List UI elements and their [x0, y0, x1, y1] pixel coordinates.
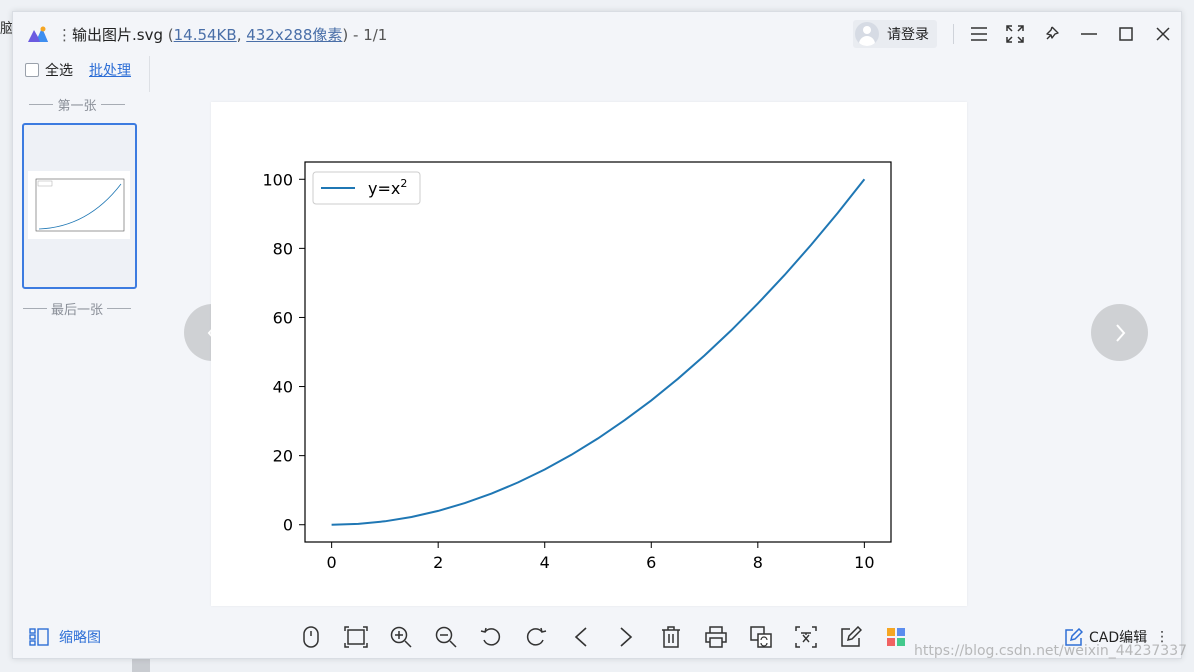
- plot-frame: [304, 161, 892, 543]
- chevron-right-icon: [1115, 323, 1125, 342]
- maximize-button[interactable]: [1114, 22, 1138, 46]
- minimize-icon: [1081, 33, 1097, 35]
- select-all-label[interactable]: 全选: [45, 60, 73, 80]
- page-count: ) - 1/1: [342, 26, 388, 44]
- thumbnails-icon: [29, 628, 49, 646]
- thumbnails-label: 缩略图: [59, 630, 101, 646]
- login-label: 请登录: [887, 27, 929, 43]
- y-tick-label: 0: [283, 516, 293, 535]
- menu-icon: [971, 27, 987, 41]
- print-button[interactable]: [702, 623, 730, 651]
- image-dimensions-link[interactable]: 432x288像素: [246, 26, 342, 44]
- next-page-button[interactable]: [612, 623, 640, 651]
- login-button[interactable]: 请登录: [853, 20, 937, 48]
- zoom-out-button[interactable]: [432, 623, 460, 651]
- background-window-text: 脑: [0, 21, 14, 37]
- avatar-icon: [855, 22, 879, 46]
- x-tick-label: 10: [854, 553, 874, 572]
- first-page-label[interactable]: 第一张: [21, 95, 133, 114]
- window-title: ⋮输出图片.svg (14.54KB, 432x288像素) - 1/1: [57, 26, 388, 44]
- chart-legend: y=x2: [312, 171, 421, 205]
- series-line-y-x2: [331, 178, 866, 526]
- thumbnail-item[interactable]: [22, 123, 137, 289]
- pin-icon: [1046, 26, 1059, 40]
- ocr-button[interactable]: [792, 623, 820, 651]
- x-tick-label: 4: [540, 553, 550, 572]
- watermark: https://blog.csdn.net/weixin_44237337: [914, 643, 1188, 659]
- zoom-in-icon: [390, 626, 412, 648]
- mouse-icon: [303, 626, 319, 648]
- maximize-icon: [1119, 27, 1133, 41]
- mouse-tool-button[interactable]: [297, 623, 325, 651]
- x-tick-label: 0: [327, 553, 337, 572]
- thumbnails-toggle[interactable]: 缩略图: [29, 626, 101, 648]
- y-tick-label: 80: [273, 239, 293, 258]
- ocr-icon: [795, 626, 817, 648]
- x-tick-label: 6: [646, 553, 656, 572]
- file-name: 输出图片.svg: [72, 26, 163, 44]
- fullscreen-button[interactable]: [1003, 22, 1027, 46]
- fullscreen-icon: [1006, 25, 1024, 43]
- rotate-right-button[interactable]: [522, 623, 550, 651]
- selection-separator: [149, 56, 150, 92]
- convert-button[interactable]: [747, 623, 775, 651]
- rotate-left-button[interactable]: [477, 623, 505, 651]
- y-tick-label: 40: [273, 378, 293, 397]
- next-icon: [620, 627, 633, 647]
- close-icon: [1156, 27, 1170, 41]
- last-page-label[interactable]: 最后一张: [21, 299, 133, 318]
- pin-button[interactable]: [1039, 22, 1063, 46]
- delete-button[interactable]: [657, 623, 685, 651]
- apps-button[interactable]: [882, 623, 910, 651]
- image-viewer-window: ⋮输出图片.svg (14.54KB, 432x288像素) - 1/1 请登录: [12, 11, 1182, 659]
- convert-icon: [750, 626, 772, 648]
- fit-screen-icon: [344, 626, 368, 648]
- thumbnail-preview: [28, 171, 130, 239]
- title-separator: [953, 24, 954, 44]
- title-bar: ⋮输出图片.svg (14.54KB, 432x288像素) - 1/1 请登录: [13, 12, 1181, 56]
- previous-page-button[interactable]: [567, 623, 595, 651]
- select-all-checkbox[interactable]: [25, 63, 39, 77]
- rotate-right-icon: [526, 627, 547, 646]
- app-logo-icon: [28, 26, 48, 42]
- close-button[interactable]: [1151, 22, 1175, 46]
- rotate-left-icon: [480, 627, 501, 646]
- y-tick-label: 100: [262, 170, 293, 189]
- print-icon: [705, 626, 727, 648]
- y-tick-label: 60: [273, 308, 293, 327]
- fit-screen-button[interactable]: [342, 623, 370, 651]
- delete-icon: [662, 626, 680, 648]
- file-size-link[interactable]: 14.54KB: [174, 26, 237, 44]
- line-chart: 0 2 4 6 8 10 0 20 40 60 80 100 y=x2: [262, 161, 892, 572]
- selection-bar: 全选 批处理: [25, 58, 131, 82]
- batch-process-link[interactable]: 批处理: [89, 60, 131, 80]
- edit-button[interactable]: [837, 623, 865, 651]
- image-toolbar: [297, 623, 910, 651]
- minimize-button[interactable]: [1077, 22, 1101, 46]
- x-tick-label: 8: [753, 553, 763, 572]
- previous-icon: [574, 627, 587, 647]
- menu-button[interactable]: [967, 22, 991, 46]
- zoom-in-button[interactable]: [387, 623, 415, 651]
- zoom-out-icon: [435, 626, 457, 648]
- apps-icon: [887, 628, 905, 646]
- edit-icon: [841, 626, 862, 647]
- next-image-button[interactable]: [1091, 304, 1148, 361]
- x-tick-label: 2: [433, 553, 443, 572]
- y-tick-label: 20: [273, 447, 293, 466]
- image-canvas[interactable]: 0 2 4 6 8 10 0 20 40 60 80 100 y=x2: [211, 102, 967, 606]
